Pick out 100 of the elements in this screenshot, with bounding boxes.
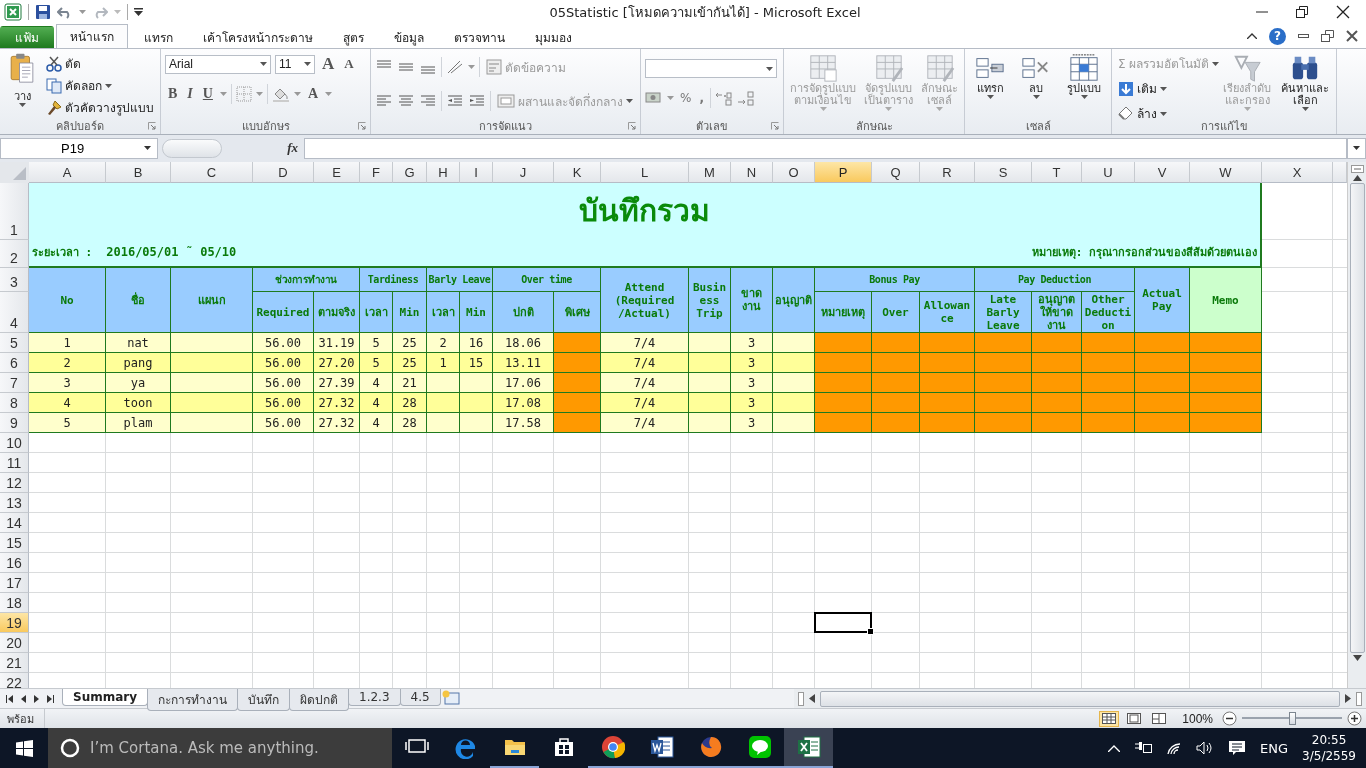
grow-font-button[interactable]: A <box>319 54 338 74</box>
column-header[interactable]: F <box>360 162 393 183</box>
chevron-up-icon[interactable] <box>1108 744 1121 752</box>
globe-icon[interactable] <box>698 735 723 759</box>
row-header[interactable]: 21 <box>0 653 29 673</box>
row-header[interactable]: 1 <box>0 183 29 240</box>
ribbon-button[interactable]: ค้นหาและ เลือก <box>1278 53 1332 115</box>
scroll-thumb[interactable] <box>1349 183 1365 653</box>
dialog-launcher-icon[interactable] <box>628 122 636 130</box>
column-header[interactable]: H <box>427 162 460 183</box>
help-button[interactable]: ? <box>1269 27 1286 45</box>
ribbon-button[interactable]: เติม <box>1116 78 1216 99</box>
last-sheet-icon[interactable] <box>47 694 54 703</box>
row-header[interactable]: 6 <box>0 353 29 373</box>
sheet-tab[interactable]: 4.5 <box>399 689 441 706</box>
number-format-field[interactable] <box>645 59 777 78</box>
fill-bucket-icon[interactable] <box>271 86 290 102</box>
zoom-out-icon[interactable] <box>1222 711 1237 726</box>
first-sheet-icon[interactable] <box>6 694 13 703</box>
ribbon-tab[interactable]: มุมมอง <box>521 26 586 48</box>
column-header[interactable]: B <box>106 162 171 183</box>
language-indicator[interactable]: ENG <box>1260 740 1289 756</box>
row-header[interactable]: 2 <box>0 240 29 268</box>
column-header[interactable]: P <box>815 162 872 183</box>
row-header[interactable]: 12 <box>0 473 29 493</box>
chat-bubble-icon[interactable] <box>747 735 772 759</box>
row-header[interactable]: 5 <box>0 333 29 353</box>
sheet-tab[interactable]: Summary <box>62 689 149 706</box>
formula-bar-handle[interactable] <box>162 138 222 158</box>
insert-function-button[interactable]: fx <box>222 137 304 159</box>
customize-menu-icon[interactable] <box>134 8 143 16</box>
wifi-icon[interactable] <box>1166 741 1183 755</box>
row-header[interactable]: 22 <box>0 673 29 688</box>
column-header[interactable]: U <box>1082 162 1135 183</box>
name-box[interactable]: P19 <box>0 137 158 159</box>
row-header[interactable]: 13 <box>0 493 29 513</box>
column-header[interactable]: Q <box>872 162 920 183</box>
vertical-scrollbar[interactable] <box>1347 162 1366 688</box>
round-browser-icon[interactable] <box>600 735 625 759</box>
horizontal-scrollbar[interactable] <box>794 689 1366 708</box>
font-size-field[interactable]: 11 <box>275 54 315 74</box>
ribbon-button[interactable]: ตัวคัดวางรูปแบบ <box>44 97 156 118</box>
dialog-launcher-icon[interactable] <box>771 122 779 130</box>
save-icon[interactable] <box>35 4 51 20</box>
column-header[interactable]: A <box>29 162 106 183</box>
sheet-tab[interactable]: กะการทำงาน <box>147 689 239 711</box>
scroll-thumb[interactable] <box>820 690 1340 707</box>
slider-thumb[interactable] <box>1289 712 1296 725</box>
expand-formula-button[interactable] <box>1347 137 1366 159</box>
sheet-tab[interactable]: บันทึก <box>237 689 291 711</box>
row-header[interactable]: 16 <box>0 553 29 573</box>
row-header[interactable]: 7 <box>0 373 29 393</box>
column-header[interactable]: K <box>554 162 601 183</box>
ribbon-button[interactable]: ตัด <box>44 53 156 74</box>
row-header[interactable]: 4 <box>0 292 29 333</box>
column-header[interactable]: S <box>975 162 1032 183</box>
ribbon-tab[interactable]: ตรวจทาน <box>440 26 519 48</box>
column-header[interactable]: C <box>171 162 253 183</box>
ribbon-tab[interactable]: สูตร <box>329 26 378 48</box>
restore-icon[interactable] <box>1321 30 1334 42</box>
column-header[interactable]: N <box>731 162 773 183</box>
row-header[interactable]: 14 <box>0 513 29 533</box>
ribbon-button[interactable]: รูปแบบ <box>1061 53 1107 115</box>
column-header[interactable]: O <box>773 162 815 183</box>
ribbon-tab[interactable]: เค้าโครงหน้ากระดาษ <box>189 26 327 48</box>
ribbon-tab[interactable]: แทรก <box>130 26 187 48</box>
ribbon-button[interactable]: ลบ <box>1015 53 1057 115</box>
row-header[interactable]: 20 <box>0 633 29 653</box>
start-icon[interactable] <box>15 739 33 757</box>
column-header[interactable]: W <box>1190 162 1262 183</box>
split-handle-icon[interactable] <box>1356 691 1362 706</box>
column-header[interactable]: M <box>689 162 731 183</box>
row-header[interactable]: 15 <box>0 533 29 553</box>
scroll-left-icon[interactable] <box>809 694 815 703</box>
ribbon-tab[interactable]: ข้อมูล <box>380 26 438 48</box>
search-box[interactable]: I’m Cortana. Ask me anything. <box>48 728 392 768</box>
zoom-in-icon[interactable] <box>1347 711 1362 726</box>
column-header[interactable]: I <box>460 162 493 183</box>
ribbon-button[interactable]: คัดลอก <box>44 75 156 96</box>
row-header[interactable]: 10 <box>0 433 29 453</box>
row-header[interactable]: 11 <box>0 453 29 473</box>
normal-view-button[interactable] <box>1099 710 1120 727</box>
previous-sheet-icon[interactable] <box>21 694 26 703</box>
scroll-down-icon[interactable] <box>1352 655 1362 661</box>
notification-icon[interactable] <box>1228 740 1247 756</box>
sheet-tab[interactable]: ผิดปกติ <box>289 689 350 711</box>
column-header[interactable]: R <box>920 162 975 183</box>
row-header[interactable]: 17 <box>0 573 29 593</box>
dialog-launcher-icon[interactable] <box>148 122 156 130</box>
row-header[interactable]: 8 <box>0 393 29 413</box>
file-tab[interactable]: แฟ้ม <box>0 26 54 48</box>
next-sheet-icon[interactable] <box>34 694 39 703</box>
currency-icon[interactable] <box>645 91 663 105</box>
column-header[interactable]: T <box>1032 162 1082 183</box>
italic-button[interactable]: I <box>184 86 196 102</box>
column-header[interactable]: J <box>493 162 554 183</box>
column-header[interactable]: L <box>601 162 689 183</box>
minimize-icon[interactable] <box>1298 34 1309 38</box>
shrink-font-button[interactable]: A <box>341 56 357 72</box>
font-field[interactable]: Arial <box>165 54 271 74</box>
